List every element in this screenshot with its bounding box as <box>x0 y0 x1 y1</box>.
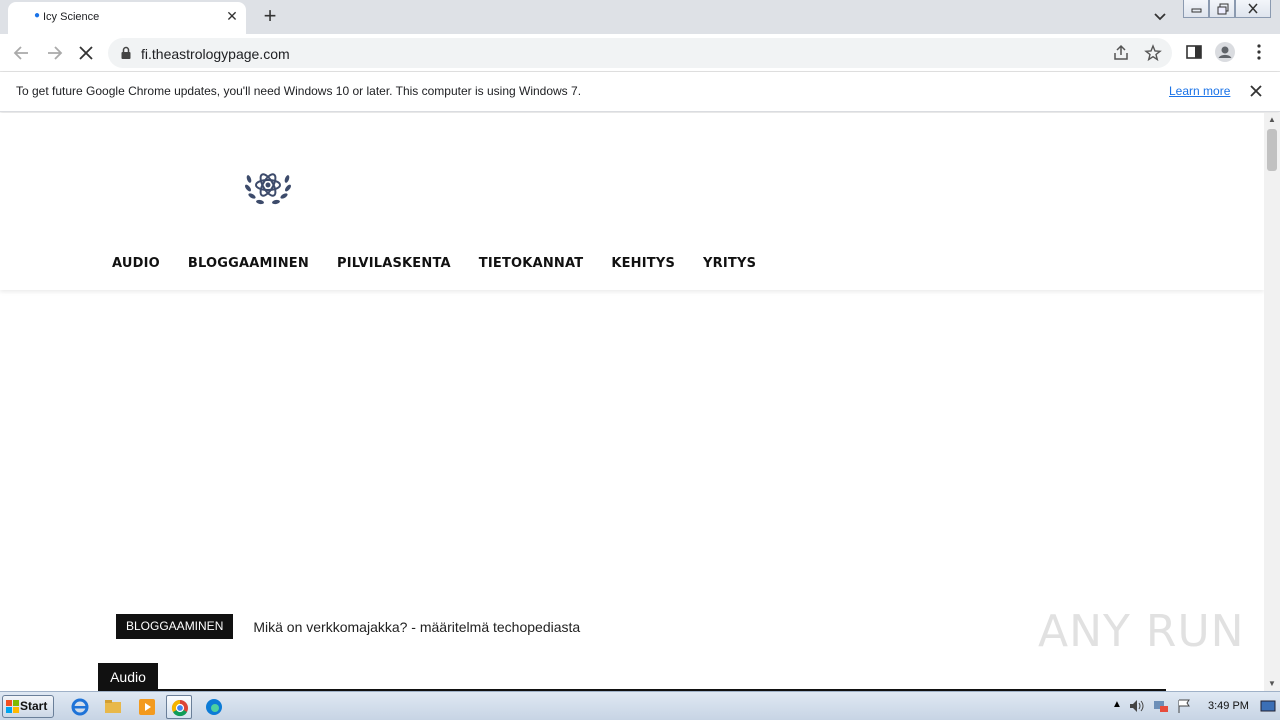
ticker-headline-link[interactable]: Mikä on verkkomajakka? - määritelmä tech… <box>253 619 580 635</box>
taskbar-clock[interactable]: 3:49 PM <box>1208 700 1249 712</box>
file-explorer-icon[interactable] <box>100 695 126 719</box>
new-tab-button[interactable]: + <box>258 5 282 29</box>
news-ticker: BLOGGAAMINEN Mikä on verkkomajakka? - mä… <box>116 614 580 639</box>
menu-kebab-icon[interactable] <box>1250 43 1268 66</box>
scroll-up-arrow-icon[interactable]: ▲ <box>1268 115 1276 124</box>
site-header: AUDIO BLOGGAAMINEN PILVILASKENTA TIETOKA… <box>0 113 1264 290</box>
update-infobar: To get future Google Chrome updates, you… <box>0 72 1280 112</box>
site-logo-atom-icon[interactable] <box>243 163 293 209</box>
address-bar[interactable]: fi.theastrologypage.com <box>108 38 1172 68</box>
share-icon[interactable] <box>1112 44 1130 67</box>
close-window-button[interactable] <box>1235 0 1271 18</box>
close-tab-icon[interactable]: ✕ <box>224 8 240 24</box>
forward-arrow-icon[interactable] <box>43 42 65 64</box>
web-page: AUDIO BLOGGAAMINEN PILVILASKENTA TIETOKA… <box>0 113 1264 691</box>
stop-loading-icon[interactable] <box>75 42 97 64</box>
section-tag-audio[interactable]: Audio <box>98 663 158 691</box>
start-button[interactable]: Start <box>2 695 54 718</box>
page-scrollbar[interactable]: ▲ ▼ <box>1264 113 1280 691</box>
network-icon[interactable] <box>1152 698 1170 719</box>
system-tray: ▲ <box>1104 692 1280 720</box>
anyrun-watermark: ANY RUN <box>1038 606 1245 657</box>
media-player-icon[interactable] <box>134 695 160 719</box>
nav-item-audio[interactable]: AUDIO <box>112 256 160 271</box>
ticker-category-badge[interactable]: BLOGGAAMINEN <box>116 614 234 639</box>
infobar-message: To get future Google Chrome updates, you… <box>16 84 582 98</box>
scroll-down-arrow-icon[interactable]: ▼ <box>1268 679 1276 688</box>
volume-icon[interactable] <box>1128 698 1146 719</box>
edge-icon[interactable] <box>201 695 227 719</box>
browser-toolbar: fi.theastrologypage.com <box>0 34 1280 72</box>
main-navigation: AUDIO BLOGGAAMINEN PILVILASKENTA TIETOKA… <box>112 256 784 271</box>
close-infobar-icon[interactable] <box>1247 82 1265 100</box>
show-hidden-icons-icon[interactable]: ▲ <box>1112 699 1122 710</box>
nav-item-yritys[interactable]: YRITYS <box>703 256 756 271</box>
browser-tab[interactable]: ● Icy Science ✕ <box>8 2 246 34</box>
windows-taskbar: Start ▲ 3:49 PM <box>0 691 1280 720</box>
windows-logo-icon <box>6 700 19 713</box>
nav-item-kehitys[interactable]: KEHITYS <box>611 256 675 271</box>
learn-more-link[interactable]: Learn more <box>1169 84 1230 98</box>
restore-button[interactable] <box>1209 0 1235 18</box>
side-panel-icon[interactable] <box>1185 43 1203 66</box>
url-text[interactable]: fi.theastrologypage.com <box>141 46 290 62</box>
nav-item-tietokannat[interactable]: TIETOKANNAT <box>479 256 584 271</box>
bookmark-star-icon[interactable] <box>1144 44 1162 67</box>
show-desktop-icon[interactable] <box>1260 699 1276 718</box>
nav-item-bloggaaminen[interactable]: BLOGGAAMINEN <box>188 256 309 271</box>
lock-icon[interactable] <box>120 46 132 65</box>
internet-explorer-icon[interactable] <box>67 695 93 719</box>
action-center-flag-icon[interactable] <box>1176 698 1192 719</box>
profile-avatar-icon[interactable] <box>1214 41 1236 68</box>
nav-item-pilvilaskenta[interactable]: PILVILASKENTA <box>337 256 451 271</box>
tab-title: Icy Science <box>43 11 100 23</box>
chrome-taskbar-icon[interactable] <box>166 695 192 719</box>
tab-search-chevron-icon[interactable] <box>1150 8 1170 26</box>
minimize-button[interactable] <box>1183 0 1209 18</box>
start-label: Start <box>20 699 48 713</box>
tab-strip: ● Icy Science ✕ + <box>0 0 1280 34</box>
back-arrow-icon[interactable] <box>11 42 33 64</box>
loading-favicon-icon: ● <box>34 10 41 21</box>
scrollbar-thumb[interactable] <box>1267 129 1277 171</box>
